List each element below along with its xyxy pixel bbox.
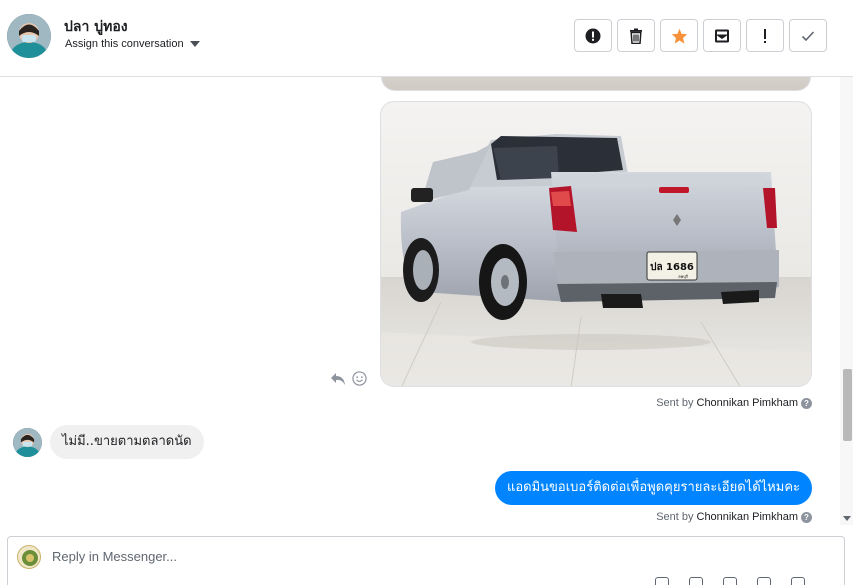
reply-composer [7,536,845,585]
previous-image-attachment[interactable] [381,77,811,91]
message-thread: ปล 1686 ลพบุรี Sent by Chonnikan Pimkham… [0,77,840,525]
conversation-header: ปลา บู่ทอง Assign this conversation [0,0,853,77]
mark-spam-button[interactable] [574,19,612,52]
page-avatar [17,545,41,569]
outgoing-message-bubble[interactable]: แอดมินขอเบอร์ติดต่อเพื่อพูดคุยรายละเอียด… [494,471,812,505]
delete-button[interactable] [617,19,655,52]
mark-important-button[interactable] [746,19,784,52]
trash-icon [630,28,642,44]
reply-arrow-icon[interactable] [330,372,346,386]
scroll-down-arrow-icon[interactable] [843,516,851,521]
sent-by-label: Sent by Chonnikan Pimkham ? [656,511,812,523]
check-icon [801,30,815,41]
message-reactions [330,371,367,386]
help-icon[interactable]: ? [801,397,812,409]
star-button[interactable] [660,19,698,52]
mark-done-button[interactable] [789,19,827,52]
emoji-picker-icon[interactable] [757,577,771,585]
mark-unread-button[interactable] [703,19,741,52]
envelope-icon [715,29,729,42]
assign-conversation-dropdown[interactable]: Assign this conversation [65,38,200,50]
agent-name[interactable]: Chonnikan Pimkham [697,511,799,523]
sent-by-label: Sent by Chonnikan Pimkham ? [656,397,812,409]
agent-name[interactable]: Chonnikan Pimkham [697,397,799,409]
alert-circle-icon [585,28,601,43]
contact-avatar-small[interactable] [13,428,42,457]
star-icon [671,28,687,44]
thread-scrollbar[interactable] [840,77,853,525]
sent-by-prefix: Sent by [656,511,694,523]
caret-down-icon [189,41,200,47]
help-icon[interactable]: ? [801,511,812,523]
conversation-actions [574,19,827,52]
image-attachment[interactable]: ปล 1686 ลพบุรี [380,101,812,387]
exclamation-icon [764,28,766,43]
contact-name[interactable]: ปลา บู่ทอง [64,16,128,38]
assign-label: Assign this conversation [65,38,184,50]
pickup-truck-photo: ปล 1686 ลพบุรี [381,102,811,386]
reply-input[interactable] [52,549,752,564]
contact-avatar[interactable] [7,14,51,58]
reply-tools [655,577,805,585]
cart-icon[interactable] [791,577,805,585]
attachment-icon[interactable] [689,577,703,585]
incoming-message-bubble[interactable]: ไม่มี..ขายตามตลาดนัด [50,425,204,459]
license-plate-text: ปล 1686 [650,261,694,273]
scrollbar-thumb[interactable] [843,369,852,441]
emoji-icon[interactable] [352,371,367,386]
sent-by-prefix: Sent by [656,397,694,409]
saved-replies-icon[interactable] [655,577,669,585]
image-icon[interactable] [723,577,737,585]
